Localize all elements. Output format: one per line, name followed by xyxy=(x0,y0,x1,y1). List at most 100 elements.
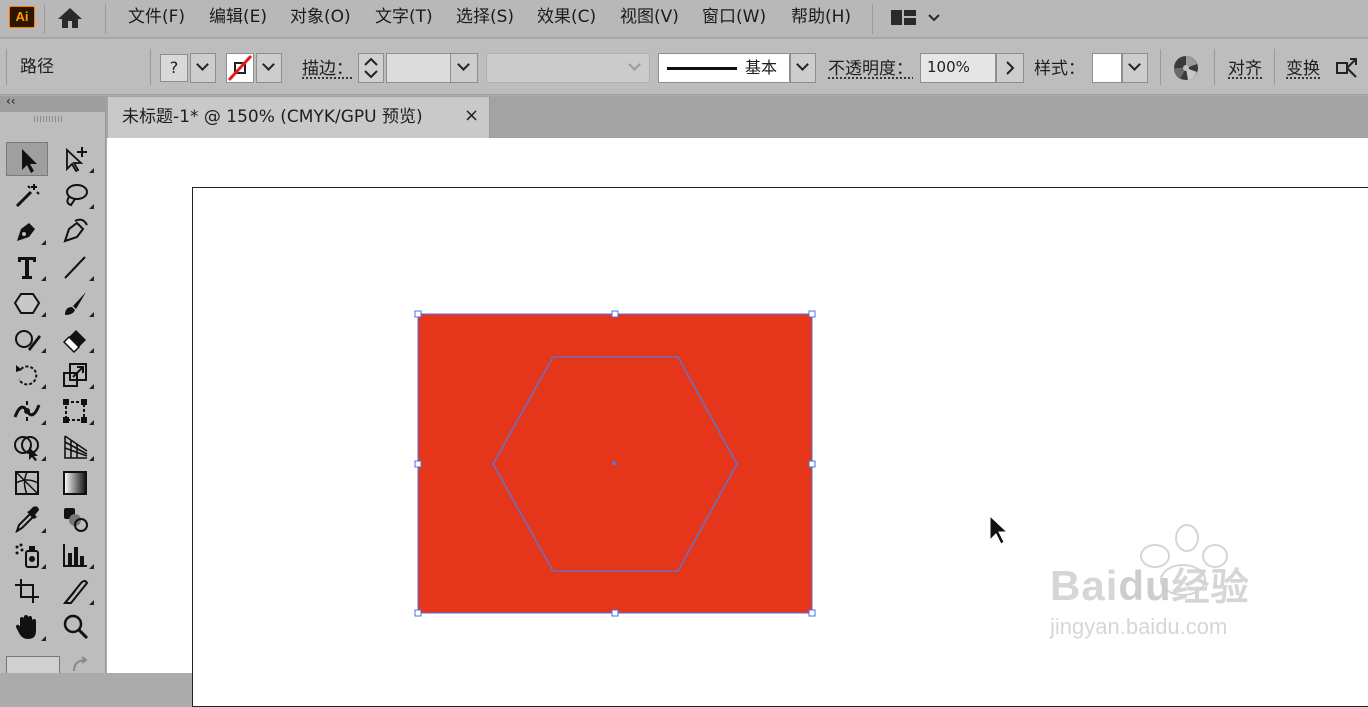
watermark-brand: Baidu经验 xyxy=(1050,562,1250,609)
free-transform-icon xyxy=(63,399,87,423)
isolate-object-icon[interactable] xyxy=(1334,55,1362,81)
curvature-tool[interactable] xyxy=(54,214,96,248)
menu-file[interactable]: 文件(F) xyxy=(128,6,185,28)
stroke-swatch[interactable] xyxy=(226,53,254,83)
opacity-input[interactable]: 100% xyxy=(920,53,996,83)
graphic-style-dropdown[interactable] xyxy=(1122,53,1148,83)
mesh-tool[interactable] xyxy=(6,466,48,500)
lasso-tool[interactable] xyxy=(54,178,96,212)
hexagon-icon xyxy=(13,293,41,314)
eraser-tool[interactable] xyxy=(54,322,96,356)
divider xyxy=(872,4,873,34)
pen-tool[interactable] xyxy=(6,214,48,248)
stroke-line-preview xyxy=(667,67,737,70)
free-transform-tool[interactable] xyxy=(54,394,96,428)
menu-window[interactable]: 窗口(W) xyxy=(702,6,766,28)
chevron-down-icon xyxy=(196,58,209,71)
workspace-switcher[interactable] xyxy=(890,5,942,31)
opacity-value: 100% xyxy=(927,58,970,76)
menu-view[interactable]: 视图(V) xyxy=(620,6,679,28)
stroke-weight-dropdown[interactable] xyxy=(450,53,478,83)
direct-selection-tool[interactable] xyxy=(54,142,96,176)
handle-bottom-right xyxy=(808,609,816,617)
handle-top-left xyxy=(414,310,422,318)
width-icon xyxy=(13,401,41,421)
app-logo[interactable]: Ai xyxy=(9,6,35,28)
close-tab-button[interactable]: × xyxy=(464,105,479,127)
magic-wand-tool[interactable] xyxy=(6,178,48,212)
shaper-tool[interactable] xyxy=(6,322,48,356)
menu-object[interactable]: 对象(O) xyxy=(290,6,351,28)
symbol-sprayer-tool[interactable] xyxy=(6,538,48,572)
shape-builder-tool[interactable] xyxy=(6,430,48,464)
swap-fill-stroke-icon[interactable] xyxy=(70,656,92,673)
menu-help[interactable]: 帮助(H) xyxy=(791,6,851,28)
zoom-tool[interactable] xyxy=(54,610,96,644)
menu-type[interactable]: 文字(T) xyxy=(375,6,433,28)
divider xyxy=(1160,49,1161,85)
blend-tool[interactable] xyxy=(54,502,96,536)
menu-select[interactable]: 选择(S) xyxy=(456,6,514,28)
rotate-icon xyxy=(16,365,38,386)
shape-builder-icon xyxy=(14,436,39,461)
type-icon xyxy=(18,257,36,279)
rotate-tool[interactable] xyxy=(6,358,48,392)
document-tab[interactable]: 未标题-1* @ 150% (CMYK/GPU 预览) × xyxy=(108,97,490,138)
variable-width-profile[interactable] xyxy=(486,53,650,83)
scale-tool[interactable] xyxy=(54,358,96,392)
layout-icon xyxy=(891,10,940,25)
type-tool[interactable] xyxy=(6,250,48,284)
paintbrush-icon xyxy=(65,292,86,315)
hand-tool[interactable] xyxy=(6,610,48,644)
default-fill-stroke-swatch[interactable] xyxy=(6,656,60,673)
transform-link[interactable]: 变换 xyxy=(1286,58,1320,80)
paintbrush-tool[interactable] xyxy=(54,286,96,320)
chevron-down-icon xyxy=(796,58,809,71)
brush-definition[interactable]: 基本 xyxy=(658,53,790,83)
eraser-icon xyxy=(62,330,86,353)
tools-panel-header[interactable]: ‹‹ xyxy=(0,94,106,112)
selection-tool[interactable] xyxy=(6,142,48,176)
line-segment-tool[interactable] xyxy=(54,250,96,284)
align-link[interactable]: 对齐 xyxy=(1228,58,1262,80)
fill-swatch[interactable]: ? xyxy=(160,54,188,82)
width-tool[interactable] xyxy=(6,394,48,428)
graphic-style-swatch[interactable] xyxy=(1092,53,1122,83)
canvas[interactable]: Baidu经验 jingyan.baidu.com xyxy=(107,138,1368,707)
home-icon[interactable] xyxy=(56,6,84,30)
brush-name: 基本 xyxy=(745,58,778,77)
opacity-label[interactable]: 不透明度： xyxy=(828,58,913,80)
pen-icon xyxy=(17,223,35,241)
stroke-label[interactable]: 描边： xyxy=(302,58,353,80)
fill-dropdown[interactable] xyxy=(190,53,216,83)
direct-selection-icon xyxy=(66,147,87,173)
stroke-dropdown[interactable] xyxy=(256,53,282,83)
eyedropper-tool[interactable] xyxy=(6,502,48,536)
column-graph-tool[interactable] xyxy=(54,538,96,572)
panel-grip[interactable] xyxy=(34,116,64,122)
handle-middle-left xyxy=(414,460,422,468)
opacity-expand-button[interactable] xyxy=(996,53,1024,83)
stroke-weight-stepper[interactable] xyxy=(358,53,384,83)
gradient-tool[interactable] xyxy=(54,466,96,500)
stroke-weight-input[interactable] xyxy=(386,53,452,83)
curvature-icon xyxy=(63,218,88,243)
gradient-icon xyxy=(63,471,87,495)
recolor-artwork-icon[interactable] xyxy=(1172,54,1200,82)
handle-middle-right xyxy=(808,460,816,468)
perspective-grid-tool[interactable] xyxy=(54,430,96,464)
menu-edit[interactable]: 编辑(E) xyxy=(209,6,267,28)
menu-bar: Ai 文件(F) 编辑(E) 对象(O) 文字(T) 选择(S) 效果(C) 视… xyxy=(0,0,1368,38)
slice-tool[interactable] xyxy=(54,574,96,608)
divider xyxy=(150,49,151,85)
handle-bottom-left xyxy=(414,609,422,617)
selection-type-label: 路径 xyxy=(20,57,54,77)
collapse-panel-button[interactable]: ‹‹ xyxy=(6,94,16,108)
mouse-cursor-icon xyxy=(989,514,1009,545)
menu-effect[interactable]: 效果(C) xyxy=(537,6,596,28)
brush-dropdown[interactable] xyxy=(790,53,816,83)
artboard-tool[interactable] xyxy=(6,574,48,608)
divider xyxy=(1214,49,1215,85)
polygon-tool[interactable] xyxy=(6,286,48,320)
divider xyxy=(44,4,45,34)
